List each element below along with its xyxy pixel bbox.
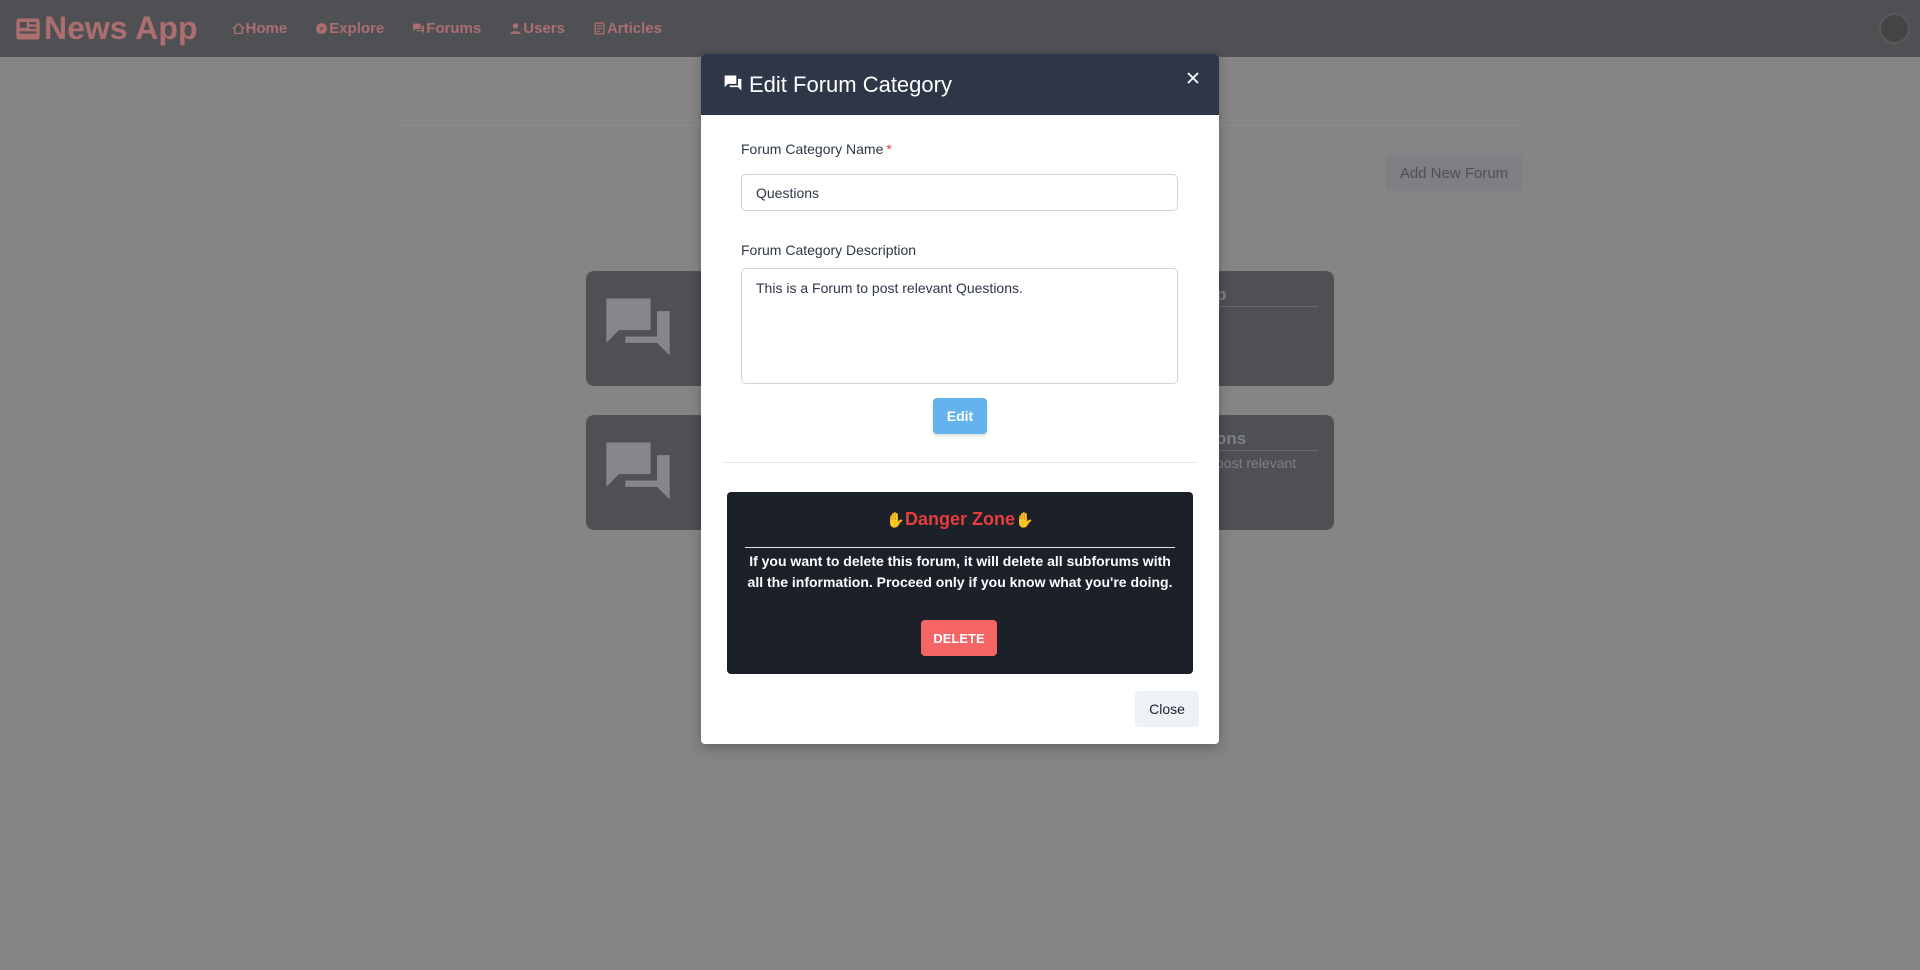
delete-button[interactable]: DELETE: [921, 620, 997, 656]
modal-header: Edit Forum Category: [701, 54, 1219, 115]
modal-title: Edit Forum Category: [749, 71, 952, 97]
name-label-text: Forum Category Name: [741, 141, 884, 157]
edit-button-row: Edit: [741, 398, 1179, 434]
raised-hand-icon: ✋: [1015, 512, 1034, 529]
close-button[interactable]: Close: [1135, 691, 1199, 727]
modal-divider: [723, 462, 1197, 463]
forum-category-description-textarea[interactable]: This is a Forum to post relevant Questio…: [741, 268, 1178, 384]
danger-zone-divider: [745, 547, 1175, 548]
name-label: Forum Category Name *: [741, 141, 1179, 157]
danger-zone-title: ✋Danger Zone✋: [727, 509, 1193, 530]
raised-hand-icon: ✋: [886, 512, 905, 529]
edit-button[interactable]: Edit: [933, 398, 987, 434]
danger-zone-warning: If you want to delete this forum, it wil…: [747, 553, 1173, 590]
danger-zone-title-text: Danger Zone: [904, 509, 1015, 529]
danger-zone: ✋Danger Zone✋ If you want to delete this…: [727, 492, 1193, 674]
forum-category-name-input[interactable]: Questions: [741, 174, 1178, 211]
edit-forum-category-modal: Edit Forum Category Forum Category Name *…: [701, 54, 1219, 744]
required-mark: *: [886, 141, 892, 157]
close-icon[interactable]: [1185, 70, 1201, 86]
chat-icon: [724, 75, 742, 90]
edit-form: Forum Category Name * Questions Forum Cat…: [701, 141, 1219, 434]
description-label: Forum Category Description: [741, 242, 917, 258]
